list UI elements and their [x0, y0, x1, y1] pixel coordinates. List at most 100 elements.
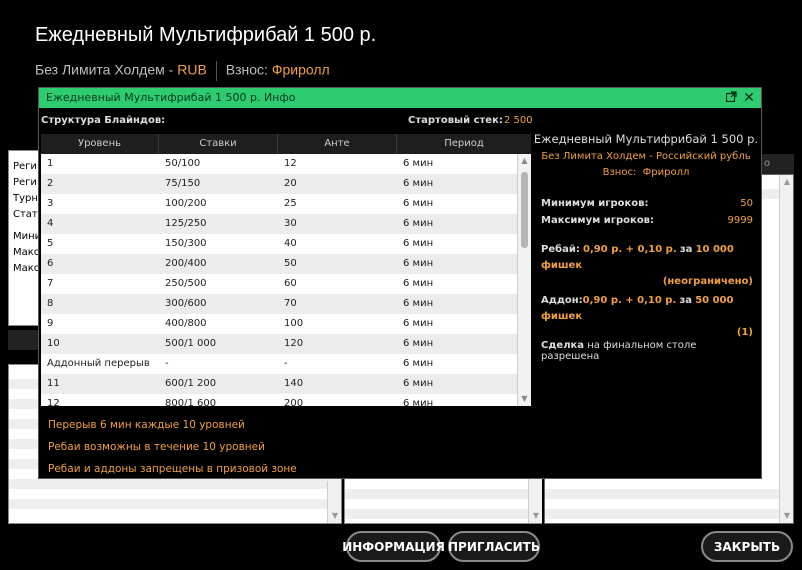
column-header[interactable]: Ставки	[159, 134, 278, 154]
blinds-scrollbar[interactable]: ▲ ▼	[517, 154, 531, 406]
scroll-down-arrow-icon[interactable]: ▼	[328, 509, 342, 523]
table-cell: 6 мин	[403, 278, 434, 289]
table-cell: 500/1 000	[165, 338, 217, 349]
lobby-players-scrollbar[interactable]: ▼	[327, 481, 341, 523]
buyin-label: Взнос:	[225, 61, 268, 78]
table-cell: 150/300	[165, 238, 207, 249]
table-row: 10 500/1 000 120 6 мин	[41, 334, 517, 354]
table-cell: 200/400	[165, 258, 207, 269]
table-cell: 400/800	[165, 318, 207, 329]
scroll-up-arrow-icon[interactable]: ▲	[518, 154, 531, 168]
lobby-text-line: Мини	[13, 231, 42, 242]
table-cell: 12	[47, 398, 60, 406]
table-cell: 100/200	[165, 198, 207, 209]
table-cell: 2	[47, 178, 54, 189]
table-cell: 600/1 200	[165, 378, 217, 389]
lobby-right-header: о	[762, 154, 794, 174]
starting-stack-value: 2 500	[504, 115, 533, 126]
structure-notes: Перерыв 6 мин каждые 10 уровней Ребаи во…	[48, 414, 297, 480]
scroll-down-arrow-icon[interactable]: ▼	[529, 509, 543, 523]
table-cell: 800/1 600	[165, 398, 217, 406]
table-cell: 30	[284, 218, 297, 229]
table-row: 2 75/150 20 6 мин	[41, 174, 517, 194]
close-icon[interactable]: ✕	[741, 88, 757, 108]
invite-button[interactable]: ПРИГЛАСИТЬ	[448, 531, 540, 562]
scroll-down-arrow-icon[interactable]: ▼	[780, 509, 794, 523]
table-cell: 8	[47, 298, 54, 309]
info-button[interactable]: ИНФОРМАЦИЯ	[342, 531, 445, 562]
lobby-right-scrollbar[interactable]: ▲ ▼	[779, 175, 793, 523]
table-row: 12 800/1 600 200 6 мин	[41, 394, 517, 406]
buyin-info: Взнос: Фриролл	[602, 167, 690, 178]
game-description: Без Лимита Холдем - Российский рубль	[541, 151, 751, 162]
table-cell: 6 мин	[403, 358, 434, 369]
table-cell: 10	[47, 338, 60, 349]
tournament-info-dialog: Ежедневный Мультифрибай 1 500 р. Инфо ✕ …	[38, 87, 762, 479]
table-cell: 120	[284, 338, 304, 349]
currency-label: RUB	[177, 61, 207, 78]
table-cell: 6 мин	[403, 218, 434, 229]
table-cell: 5	[47, 238, 54, 249]
table-cell: 250/500	[165, 278, 207, 289]
table-cell: -	[284, 358, 288, 369]
close-button[interactable]: ЗАКРЫТЬ	[701, 531, 793, 562]
lobby-text-line: Реги	[13, 161, 37, 172]
table-cell: 200	[284, 398, 304, 406]
lobby-text-line: Стат	[13, 209, 38, 220]
column-header[interactable]: Период	[397, 134, 531, 154]
rebuy-price: 0,90 р. + 0,10 р.	[583, 244, 677, 255]
dialog-title: Ежедневный Мультифрибай 1 500 р. Инфо	[46, 91, 296, 104]
table-cell: 6 мин	[403, 158, 434, 169]
max-players-row: Максимум игроков: 9999	[541, 215, 753, 226]
table-cell: 6 мин	[403, 298, 434, 309]
table-cell: 9	[47, 318, 54, 329]
column-header[interactable]: Уровень	[41, 134, 159, 154]
table-cell: 6	[47, 258, 54, 269]
lobby-right-header-text: о	[764, 158, 771, 169]
table-cell: 140	[284, 378, 304, 389]
table-row: Аддонный перерыв - - 6 мин	[41, 354, 517, 374]
buyin-value: Фриролл	[271, 61, 330, 78]
addon-limit: (1)	[736, 327, 753, 338]
addon-for: за	[679, 295, 692, 306]
table-cell: 12	[284, 158, 297, 169]
table-cell: 75/150	[165, 178, 201, 189]
lobby-tables-scrollbar[interactable]: ▼	[528, 479, 542, 523]
table-cell: 11	[47, 378, 60, 389]
table-cell: 25	[284, 198, 297, 209]
table-row: 9 400/800 100 6 мин	[41, 314, 517, 334]
table-cell: 20	[284, 178, 297, 189]
note-line: Перерыв 6 мин каждые 10 уровней	[48, 419, 245, 431]
tournament-subtitle: Без Лимита Холдем - RUB Взнос: Фриролл	[35, 61, 330, 81]
table-cell: 7	[47, 278, 54, 289]
scrollbar-thumb[interactable]	[521, 172, 528, 248]
tournament-details: Ежедневный Мультифрибай 1 500 р. Без Лим…	[533, 128, 759, 362]
table-row: 7 250/500 60 6 мин	[41, 274, 517, 294]
note-line: Ребаи возможны в течение 10 уровней	[48, 441, 265, 453]
table-cell: 50/100	[165, 158, 201, 169]
table-row: 4 125/250 30 6 мин	[41, 214, 517, 234]
table-row: 3 100/200 25 6 мин	[41, 194, 517, 214]
lobby-text-line: Реги	[13, 177, 37, 188]
starting-stack-label: Стартовый стек:	[408, 115, 503, 126]
addon-label: Аддон:	[541, 295, 583, 306]
lobby-text-line: Макс	[13, 263, 40, 274]
table-row: 8 300/600 70 6 мин	[41, 294, 517, 314]
table-cell: 70	[284, 298, 297, 309]
note-line: Ребаи и аддоны запрещены в призовой зоне	[48, 463, 297, 475]
table-row: 1 50/100 12 6 мин	[41, 154, 517, 174]
popout-icon[interactable]	[723, 88, 739, 108]
max-players-value: 9999	[727, 215, 753, 226]
dialog-title-bar[interactable]: Ежедневный Мультифрибай 1 500 р. Инфо	[39, 88, 761, 108]
table-cell: 6 мин	[403, 178, 434, 189]
blinds-structure-label: Структура Блайндов:	[41, 115, 166, 126]
column-header[interactable]: Анте	[278, 134, 397, 154]
rebuy-row: Ребай: 0,90 р. + 0,10 р. за 10 000 фишек…	[541, 242, 753, 290]
table-cell: 6 мин	[403, 318, 434, 329]
table-cell: 300/600	[165, 298, 207, 309]
table-cell: 6 мин	[403, 398, 434, 406]
table-row: 11 600/1 200 140 6 мин	[41, 374, 517, 394]
scroll-down-arrow-icon[interactable]: ▼	[518, 392, 531, 406]
blinds-table-header: Уровень Ставки Анте Период	[41, 134, 531, 154]
scroll-up-arrow-icon[interactable]: ▲	[780, 175, 794, 189]
